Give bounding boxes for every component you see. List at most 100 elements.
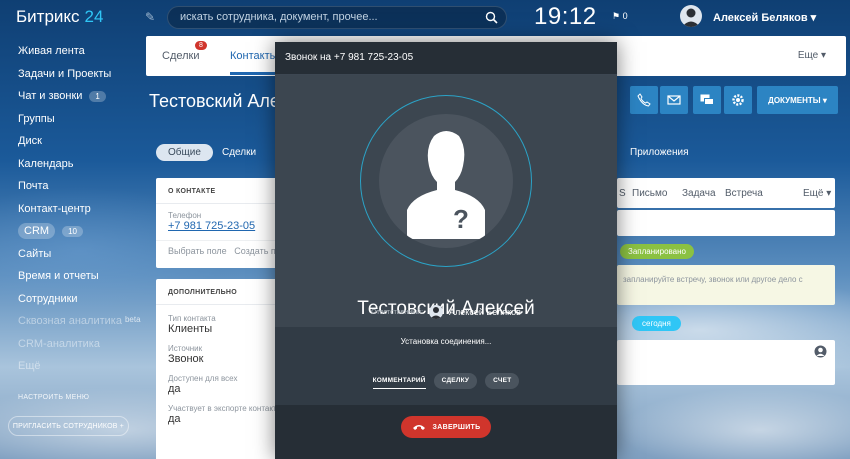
call-button[interactable] xyxy=(630,86,658,114)
hangup-icon xyxy=(412,425,425,430)
sidebar-item-label: Ещё xyxy=(18,360,41,373)
tab-contacts[interactable]: Контакты xyxy=(230,50,278,62)
more-tabs-button[interactable]: Еще ▾ xyxy=(798,50,826,61)
sidebar-item-label: Время и отчеты xyxy=(18,270,99,283)
search-icon[interactable] xyxy=(485,11,498,24)
tab-deal[interactable]: СДЕЛКУ xyxy=(433,373,478,389)
sidebar-item-sites[interactable]: Сайты xyxy=(0,243,145,266)
sidebar-item-label: Чат и звонки xyxy=(18,90,83,103)
flag-icon: ⚑ xyxy=(612,11,621,21)
call-dialog-body: ? Тестовский Алексей xyxy=(275,75,617,327)
field-label: Доступен для всех xyxy=(168,374,238,383)
sidebar-item-more[interactable]: Ещё xyxy=(0,355,145,378)
tab-label: Контакты xyxy=(230,50,278,62)
logo[interactable]: Битрикс 24 xyxy=(16,7,103,27)
flag-counter[interactable]: ⚑ 0 xyxy=(612,11,628,22)
tab-label: Сделки xyxy=(162,50,200,62)
responsible-row: Ответственный: Алексей Беляков xyxy=(275,305,617,319)
field-label: Участвует в экспорте контакто xyxy=(168,404,281,413)
end-call-label: ЗАВЕРШИТЬ xyxy=(432,423,481,431)
tab-comment[interactable]: КОММЕНТАРИЙ xyxy=(372,373,426,389)
activity-input[interactable] xyxy=(617,210,835,236)
search-box[interactable] xyxy=(167,6,507,29)
contact-photo-icon: ? xyxy=(379,114,513,248)
documents-label: ДОКУМЕНТЫ xyxy=(768,95,821,105)
search-input[interactable] xyxy=(180,11,480,23)
pencil-icon[interactable]: ✎ xyxy=(145,10,155,24)
activity-tab[interactable]: S xyxy=(619,188,626,199)
about-card-header: О КОНТАКТЕ xyxy=(156,178,281,204)
sidebar-item-employees[interactable]: Сотрудники xyxy=(0,288,145,311)
call-tabs: КОММЕНТАРИЙ СДЕЛКУ СЧЕТ xyxy=(275,373,617,389)
counter-badge: 1 xyxy=(89,90,106,102)
mail-icon xyxy=(667,95,681,105)
gear-icon xyxy=(732,94,744,106)
chat-button[interactable] xyxy=(693,86,721,114)
active-tab-indicator xyxy=(230,72,280,75)
activity-tabs: S Письмо Задача Встреча Ещё ▾ xyxy=(617,178,835,208)
documents-button[interactable]: ДОКУМЕНТЫ ▾ xyxy=(757,86,838,114)
sidebar-item-contact-center[interactable]: Контакт-центр xyxy=(0,198,145,221)
invite-button[interactable]: ПРИГЛАСИТЬ СОТРУДНИКОВ + xyxy=(8,416,129,436)
sidebar-item-analytics[interactable]: Сквозная аналитика beta xyxy=(0,310,145,333)
call-dialog: Звонок на +7 981 725-23-05 ? Тестовский … xyxy=(275,42,617,459)
email-button[interactable] xyxy=(660,86,688,114)
extra-card: ДОПОЛНИТЕЛЬНО Тип контакта Клиенты Источ… xyxy=(156,279,281,459)
activity-tab-more[interactable]: Ещё ▾ xyxy=(803,188,831,199)
phone-icon xyxy=(637,93,651,107)
invite-label: ПРИГЛАСИТЬ СОТРУДНИКОВ xyxy=(12,422,118,430)
subtab-general[interactable]: Общие xyxy=(156,144,213,161)
responsible-name[interactable]: Алексей Беляков xyxy=(449,307,521,317)
sidebar-item-label: Сайты xyxy=(18,247,52,260)
logo-text: Битрикс xyxy=(16,7,80,26)
counter-badge: 10 xyxy=(62,225,83,237)
sidebar-item-time[interactable]: Время и отчеты xyxy=(0,265,145,288)
clock[interactable]: 19:12 xyxy=(534,3,597,31)
field-label: Источник xyxy=(168,344,203,353)
avatar xyxy=(680,5,702,27)
sidebar-item-mail[interactable]: Почта xyxy=(0,175,145,198)
field-value: Звонок xyxy=(168,353,204,365)
subtab-deals[interactable]: Сделки xyxy=(210,144,268,161)
field-actions: Выбрать поле Создать пол xyxy=(156,240,286,256)
today-badge: сегодня xyxy=(632,316,681,331)
sidebar-item-label: Контакт-центр xyxy=(18,202,91,215)
field-value: да xyxy=(168,383,181,395)
sidebar-item-disk[interactable]: Диск xyxy=(0,130,145,153)
sidebar-item-label: Почта xyxy=(18,180,49,193)
phone-label: Телефон xyxy=(168,211,202,220)
sidebar-item-label: CRM xyxy=(18,223,56,240)
sidebar-item-label: Календарь xyxy=(18,157,74,170)
sidebar-item-crm-analytics[interactable]: CRM-аналитика xyxy=(0,333,145,356)
sidebar-item-groups[interactable]: Группы xyxy=(0,108,145,131)
sidebar-item-label: Сотрудники xyxy=(18,292,78,305)
sidebar-item-calendar[interactable]: Календарь xyxy=(0,153,145,176)
sidebar-item-tasks[interactable]: Задачи и Проекты xyxy=(0,63,145,86)
sidebar-item-label: Диск xyxy=(18,135,42,148)
planned-badge: Запланировано xyxy=(620,244,694,259)
end-call-button[interactable]: ЗАВЕРШИТЬ xyxy=(401,416,491,438)
subtab-apps[interactable]: Приложения xyxy=(618,144,701,161)
sidebar-item-feed[interactable]: Живая лента xyxy=(0,40,145,63)
activity-tab-task[interactable]: Задача xyxy=(682,188,716,199)
configure-menu-link[interactable]: НАСТРОИТЬ МЕНЮ xyxy=(18,394,89,401)
avatar xyxy=(429,305,444,319)
top-bar: Битрикс24 ✎ 19:12 ⚑ 0 Алексей Беляков ▾ xyxy=(0,0,850,34)
sidebar-item-chat[interactable]: Чат и звонки 1 xyxy=(0,85,145,108)
tab-badge: 8 xyxy=(195,41,207,50)
history-item xyxy=(617,340,835,385)
tab-invoice[interactable]: СЧЕТ xyxy=(485,373,520,389)
field-label: Тип контакта xyxy=(168,314,216,323)
activity-tab-email[interactable]: Письмо xyxy=(632,188,667,199)
call-dialog-title: Звонок на +7 981 725-23-05 xyxy=(275,42,617,75)
sidebar-item-label: Задачи и Проекты xyxy=(18,67,112,80)
activity-tab-meeting[interactable]: Встреча xyxy=(725,188,763,199)
tab-deals[interactable]: Сделки xyxy=(162,50,200,62)
select-field-link[interactable]: Выбрать поле xyxy=(168,246,227,256)
sidebar-item-crm[interactable]: CRM 10 xyxy=(0,220,145,243)
more-label: Еще xyxy=(797,50,819,61)
about-card: О КОНТАКТЕ Телефон +7 981 725-23-05 Выбр… xyxy=(156,178,286,268)
beta-label: beta xyxy=(124,315,141,324)
settings-button[interactable] xyxy=(724,86,752,114)
phone-value[interactable]: +7 981 725-23-05 xyxy=(156,220,281,232)
